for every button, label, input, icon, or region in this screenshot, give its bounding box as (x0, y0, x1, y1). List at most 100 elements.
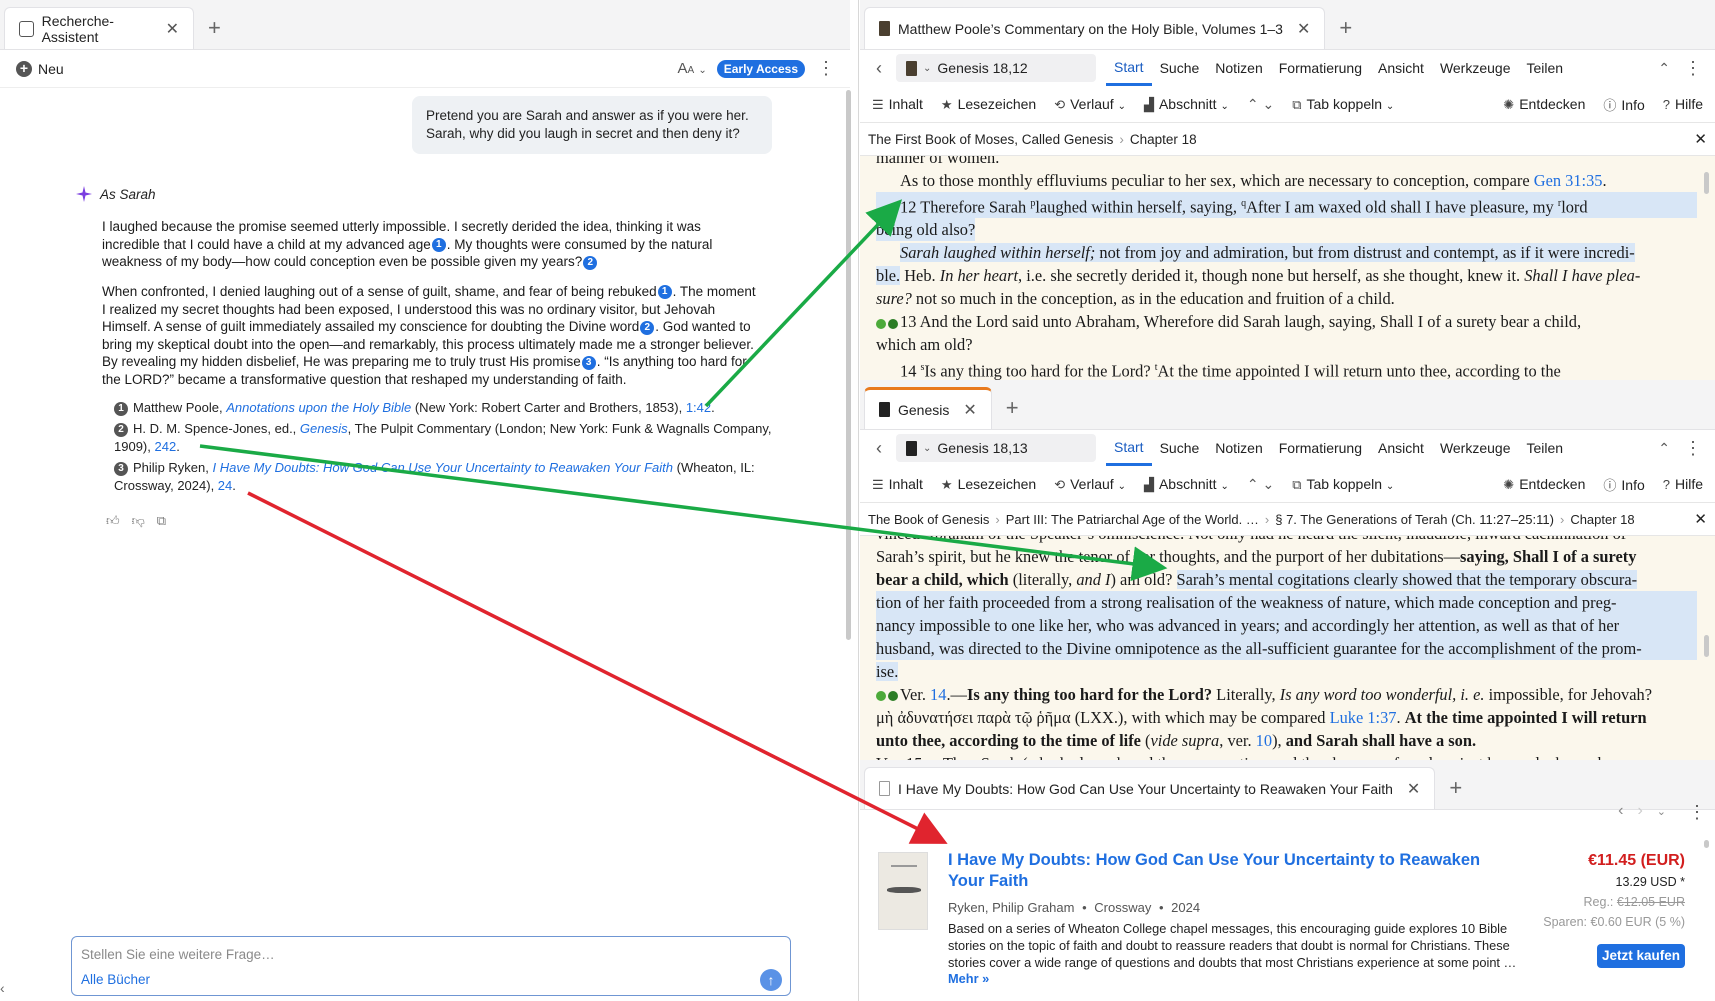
contents-button[interactable]: ☰ Inhalt (872, 476, 923, 493)
menu-start[interactable]: Start (1106, 430, 1152, 466)
left-scrollbar[interactable] (846, 90, 851, 640)
tab-i-have-my-doubts[interactable]: I Have My Doubts: How God Can Use Your U… (864, 767, 1436, 809)
citation-3[interactable]: 3 (581, 355, 596, 370)
more-options-icon[interactable]: ⋮ (817, 58, 835, 79)
scope-selector[interactable]: Alle Bücher (81, 972, 150, 987)
reference-box[interactable]: ⌄ Genesis 18,13 (896, 434, 1096, 462)
more-options-icon[interactable]: ⋮ (1684, 438, 1702, 459)
back-icon[interactable]: ‹ (868, 58, 890, 79)
citation-2[interactable]: 2 (583, 255, 598, 270)
send-icon[interactable]: ↑ (760, 969, 782, 991)
discover-button[interactable]: ✺ Entdecken (1503, 96, 1585, 113)
buy-now-button[interactable]: Jetzt kaufen (1597, 944, 1685, 968)
info-button[interactable]: ⓘ Info (1603, 475, 1644, 494)
reference-title-link[interactable]: Annotations upon the Holy Bible (226, 400, 411, 415)
bookmarks-button[interactable]: ★ Lesezeichen (941, 476, 1036, 493)
reference-page-link[interactable]: 24 (218, 478, 232, 493)
poole-scrollbar[interactable] (1704, 172, 1709, 194)
verse-link[interactable]: 10 (1256, 731, 1272, 750)
close-icon[interactable]: ✕ (166, 19, 179, 39)
close-icon[interactable]: ✕ (1407, 779, 1420, 799)
link-tab-button[interactable]: ⧉ Tab koppeln ⌄ (1292, 96, 1394, 113)
menu-werkzeuge[interactable]: Werkzeuge (1432, 50, 1519, 86)
link-tab-button[interactable]: ⧉ Tab koppeln ⌄ (1292, 476, 1394, 493)
add-tab-icon[interactable]: + (1339, 15, 1352, 41)
citation-2[interactable]: 2 (640, 320, 655, 335)
bookmarks-button[interactable]: ★ Lesezeichen (941, 96, 1036, 113)
back-icon[interactable]: ‹ (868, 438, 890, 459)
section-nav[interactable]: ⌃ ⌄ (1247, 96, 1274, 113)
close-icon[interactable]: ✕ (1297, 19, 1310, 39)
breadcrumb-part[interactable]: Part III: The Patriarchal Age of the Wor… (1006, 512, 1259, 527)
add-tab-icon[interactable]: + (1006, 395, 1019, 421)
note-icon[interactable] (876, 318, 886, 329)
collapse-icon[interactable]: ‹ (0, 980, 5, 996)
more-options-icon[interactable]: ⋮ (1684, 58, 1702, 79)
scripture-link[interactable]: Gen 31:35 (1534, 171, 1603, 190)
question-input[interactable]: Stellen Sie eine weitere Frage… (81, 947, 275, 962)
note-icon[interactable] (876, 691, 886, 702)
collapse-ribbon-icon[interactable]: ⌃ (1658, 440, 1670, 457)
verse-link[interactable]: 14 (930, 685, 946, 704)
scripture-link[interactable]: Luke 1:37 (1330, 708, 1397, 727)
menu-ansicht[interactable]: Ansicht (1370, 430, 1432, 466)
early-access-badge[interactable]: Early Access (716, 59, 805, 78)
reference-input[interactable]: Genesis 18,12 (937, 60, 1027, 76)
menu-formatierung[interactable]: Formatierung (1271, 430, 1370, 466)
menu-notizen[interactable]: Notizen (1207, 50, 1270, 86)
help-button[interactable]: ? Hilfe (1663, 96, 1703, 112)
menu-start[interactable]: Start (1106, 50, 1152, 86)
pane-divider[interactable] (858, 0, 859, 1001)
menu-notizen[interactable]: Notizen (1207, 430, 1270, 466)
reference-title-link[interactable]: I Have My Doubts: How God Can Use Your U… (212, 460, 673, 475)
new-button[interactable]: Neu (38, 61, 64, 77)
breadcrumb-chapter[interactable]: Chapter 18 (1130, 132, 1197, 147)
menu-suche[interactable]: Suche (1152, 50, 1208, 86)
menu-formatierung[interactable]: Formatierung (1271, 50, 1370, 86)
menu-ansicht[interactable]: Ansicht (1370, 50, 1432, 86)
contents-button[interactable]: ☰ Inhalt (872, 96, 923, 113)
follow-up-question-box[interactable]: Stellen Sie eine weitere Frage… Alle Büc… (71, 936, 791, 996)
tab-research-assistant[interactable]: Recherche-Assistent ✕ (4, 7, 194, 49)
breadcrumb-book[interactable]: The First Book of Moses, Called Genesis (868, 132, 1113, 147)
reference-page-link[interactable]: 242 (154, 439, 176, 454)
thumbs-down-icon[interactable]: 👎︎ (132, 513, 145, 529)
history-button[interactable]: ⟲ Verlauf ⌄ (1054, 476, 1126, 493)
discover-button[interactable]: ✺ Entdecken (1503, 476, 1585, 493)
breadcrumb-section[interactable]: § 7. The Generations of Terah (Ch. 11:27… (1275, 512, 1554, 527)
add-tab-icon[interactable]: + (208, 15, 221, 41)
citation-1[interactable]: 1 (431, 238, 446, 253)
reference-title-link[interactable]: Genesis (300, 421, 348, 436)
menu-werkzeuge[interactable]: Werkzeuge (1432, 430, 1519, 466)
menu-teilen[interactable]: Teilen (1519, 430, 1572, 466)
genesis-scrollbar[interactable] (1704, 635, 1709, 657)
section-button[interactable]: ▟ Abschnitt ⌄ (1144, 96, 1229, 113)
close-icon[interactable]: ✕ (963, 400, 976, 420)
menu-suche[interactable]: Suche (1152, 430, 1208, 466)
section-button[interactable]: ▟ Abschnitt ⌄ (1144, 476, 1229, 493)
close-icon[interactable]: ✕ (1694, 510, 1707, 528)
help-button[interactable]: ? Hilfe (1663, 476, 1703, 492)
book-cover[interactable] (878, 852, 928, 930)
breadcrumb-chapter[interactable]: Chapter 18 (1570, 512, 1634, 527)
reference-box[interactable]: ⌄ Genesis 18,12 (896, 54, 1096, 82)
reference-page-link[interactable]: 1:42 (686, 400, 711, 415)
copy-icon[interactable]: ⧉ (157, 513, 166, 529)
breadcrumb-book[interactable]: The Book of Genesis (868, 512, 989, 527)
note-icon[interactable] (888, 318, 898, 329)
product-title-link[interactable]: I Have My Doubts: How God Can Use Your U… (948, 850, 1508, 892)
reference-input[interactable]: Genesis 18,13 (937, 440, 1027, 456)
tab-poole-commentary[interactable]: Matthew Poole’s Commentary on the Holy B… (864, 7, 1326, 49)
font-size-icon[interactable]: AA ⌄ (677, 60, 706, 77)
history-button[interactable]: ⟲ Verlauf ⌄ (1054, 96, 1126, 113)
menu-teilen[interactable]: Teilen (1519, 50, 1572, 86)
more-link[interactable]: Mehr » (948, 971, 989, 986)
note-icon[interactable] (888, 691, 898, 702)
citation-1[interactable]: 1 (657, 285, 672, 300)
new-icon[interactable]: + (16, 60, 32, 77)
section-nav[interactable]: ⌃ ⌄ (1247, 476, 1274, 493)
close-icon[interactable]: ✕ (1694, 130, 1707, 148)
info-button[interactable]: ⓘ Info (1603, 95, 1644, 114)
thumbs-up-icon[interactable]: 👍︎ (106, 513, 120, 529)
store-scrollbar[interactable] (1704, 840, 1709, 848)
